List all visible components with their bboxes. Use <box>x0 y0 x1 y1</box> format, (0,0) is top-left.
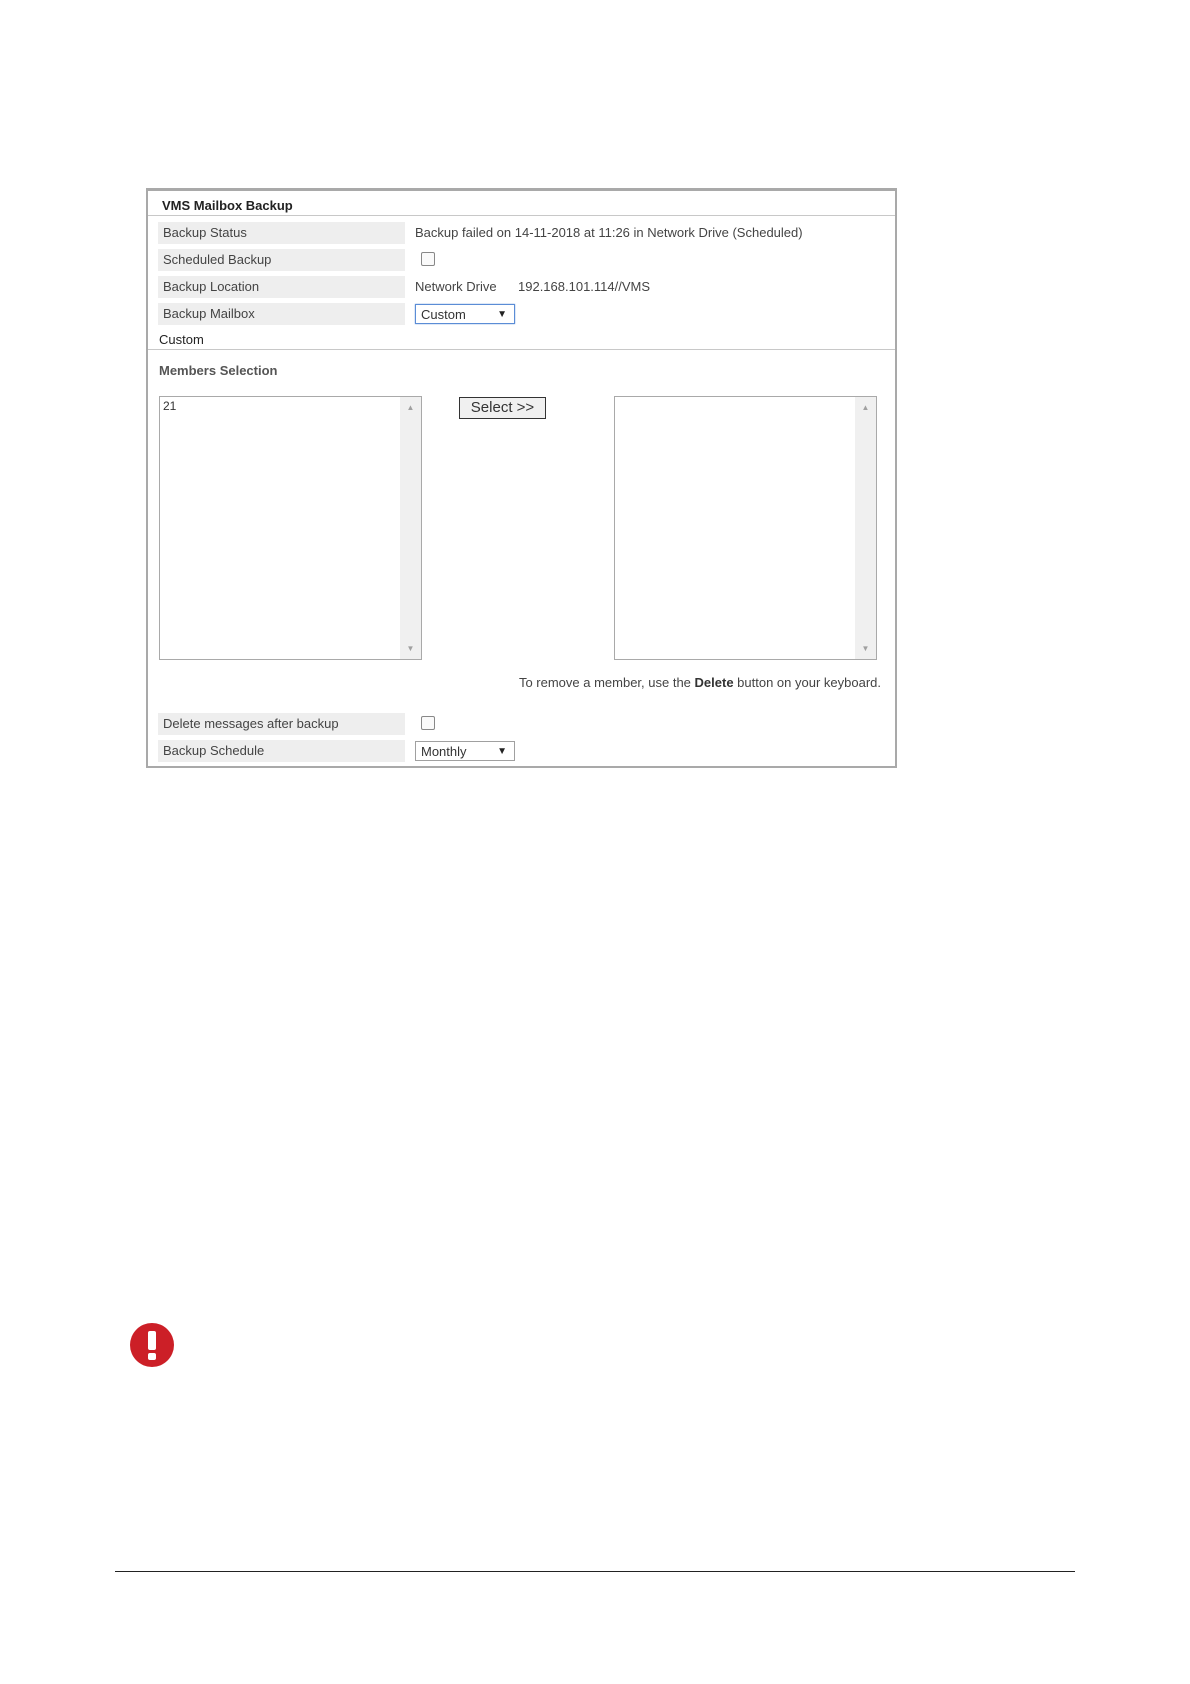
available-list-scrollbar[interactable]: ▲ ▼ <box>400 397 421 659</box>
exclamation-mark-glyph <box>148 1331 156 1360</box>
backup-schedule-label: Backup Schedule <box>158 740 405 762</box>
dropdown-arrow-icon: ▼ <box>497 746 507 757</box>
backup-mailbox-row: Backup Mailbox Custom ▼ <box>158 303 878 325</box>
backup-location-row: Backup Location Network Drive 192.168.10… <box>158 276 878 298</box>
scroll-down-icon[interactable]: ▼ <box>400 644 421 653</box>
remove-hint-key: Delete <box>694 675 734 690</box>
backup-mailbox-select[interactable]: Custom ▼ <box>415 304 515 324</box>
scheduled-backup-row: Scheduled Backup <box>158 249 878 271</box>
backup-location-type: Network Drive <box>415 279 497 294</box>
footer-divider <box>115 1571 1075 1572</box>
backup-status-value: Backup failed on 14-11-2018 at 11:26 in … <box>415 225 803 240</box>
list-item[interactable]: 21 <box>163 399 176 413</box>
backup-status-row: Backup Status Backup failed on 14-11-201… <box>158 222 878 244</box>
selected-members-list[interactable]: ▲ ▼ <box>614 396 877 660</box>
custom-section-label: Custom <box>159 332 204 347</box>
exclamation-warning-icon <box>130 1323 174 1367</box>
remove-hint-text-start: To remove a member, use the <box>518 675 695 690</box>
scheduled-backup-label: Scheduled Backup <box>158 249 405 271</box>
scroll-up-icon[interactable]: ▲ <box>400 403 421 412</box>
backup-schedule-select[interactable]: Monthly ▼ <box>415 741 515 761</box>
remove-member-hint: To remove a member, use the Delete butto… <box>519 675 881 690</box>
delete-after-backup-checkbox[interactable] <box>421 716 435 730</box>
scroll-down-icon[interactable]: ▼ <box>855 644 876 653</box>
delete-after-backup-row: Delete messages after backup <box>158 713 878 735</box>
selected-list-scrollbar[interactable]: ▲ ▼ <box>855 397 876 659</box>
backup-mailbox-selected-value: Custom <box>421 307 466 322</box>
backup-status-label: Backup Status <box>158 222 405 244</box>
custom-divider <box>148 349 895 350</box>
backup-location-label: Backup Location <box>158 276 405 298</box>
backup-location-path: 192.168.101.114//VMS <box>518 279 651 294</box>
dropdown-arrow-icon: ▼ <box>497 309 507 320</box>
available-members-list[interactable]: 21 ▲ ▼ <box>159 396 422 660</box>
scroll-up-icon[interactable]: ▲ <box>855 403 876 412</box>
members-selection-title: Members Selection <box>159 363 278 378</box>
select-members-button[interactable]: Select >> <box>459 397 546 419</box>
panel-title: VMS Mailbox Backup <box>162 198 293 213</box>
delete-after-backup-label: Delete messages after backup <box>158 713 405 735</box>
vms-mailbox-backup-panel: VMS Mailbox Backup Backup Status Backup … <box>146 188 897 768</box>
backup-mailbox-label: Backup Mailbox <box>158 303 405 325</box>
scheduled-backup-checkbox[interactable] <box>421 252 435 266</box>
backup-schedule-selected-value: Monthly <box>421 744 467 759</box>
remove-hint-text-end: button on your keyboard. <box>733 675 881 690</box>
title-divider <box>148 215 895 216</box>
backup-schedule-row: Backup Schedule Monthly ▼ <box>158 740 878 762</box>
